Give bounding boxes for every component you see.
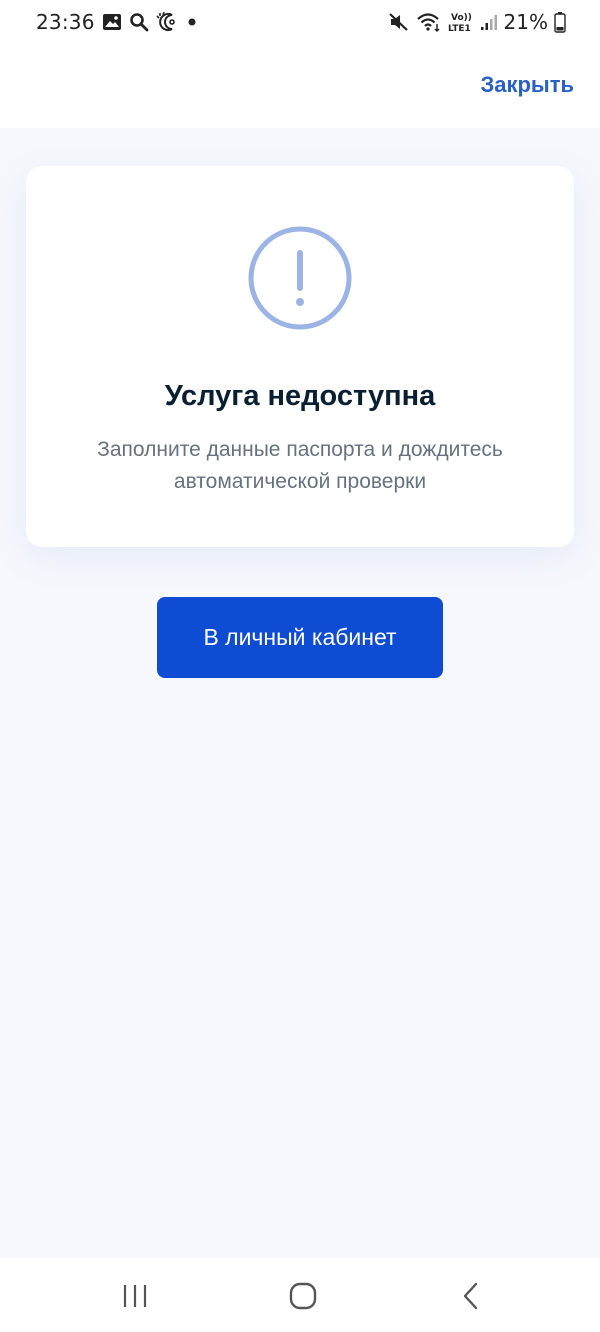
dot-icon	[187, 17, 197, 27]
card-description: Заполните данные паспорта и дождитесь ав…	[97, 438, 503, 493]
exclamation-circle-icon	[248, 226, 352, 330]
search-icon	[129, 12, 149, 32]
battery-icon	[554, 11, 566, 33]
svg-text:Vo)): Vo))	[451, 13, 472, 23]
close-link[interactable]: Закрыть	[480, 72, 574, 98]
signal-icon	[480, 12, 498, 32]
volte-lte-icon: Vo)) LTE1	[448, 11, 474, 33]
system-nav-bar	[0, 1258, 600, 1332]
wifi-icon	[416, 12, 442, 32]
card-title: Услуга недоступна	[164, 380, 436, 412]
personal-cabinet-button-label: В личный кабинет	[203, 624, 397, 650]
service-unavailable-card: Услуга недоступна Заполните данные паспо…	[26, 166, 574, 547]
recent-apps-icon[interactable]	[115, 1278, 155, 1314]
status-right: Vo)) LTE1 21%	[382, 10, 566, 34]
mute-icon	[388, 12, 410, 32]
gallery-icon	[102, 12, 122, 32]
weather-icon	[156, 11, 180, 33]
svg-text:LTE1: LTE1	[448, 24, 471, 33]
home-icon[interactable]	[283, 1278, 323, 1314]
battery-percent: 21%	[503, 10, 548, 34]
status-bar: 23:36 Vo)) LTE1 21%	[0, 0, 600, 46]
personal-cabinet-button[interactable]: В личный кабинет	[157, 597, 443, 678]
top-bar: Закрыть	[0, 46, 600, 128]
back-icon[interactable]	[451, 1278, 491, 1314]
status-time: 23:36	[36, 10, 95, 34]
status-left: 23:36	[36, 10, 197, 34]
